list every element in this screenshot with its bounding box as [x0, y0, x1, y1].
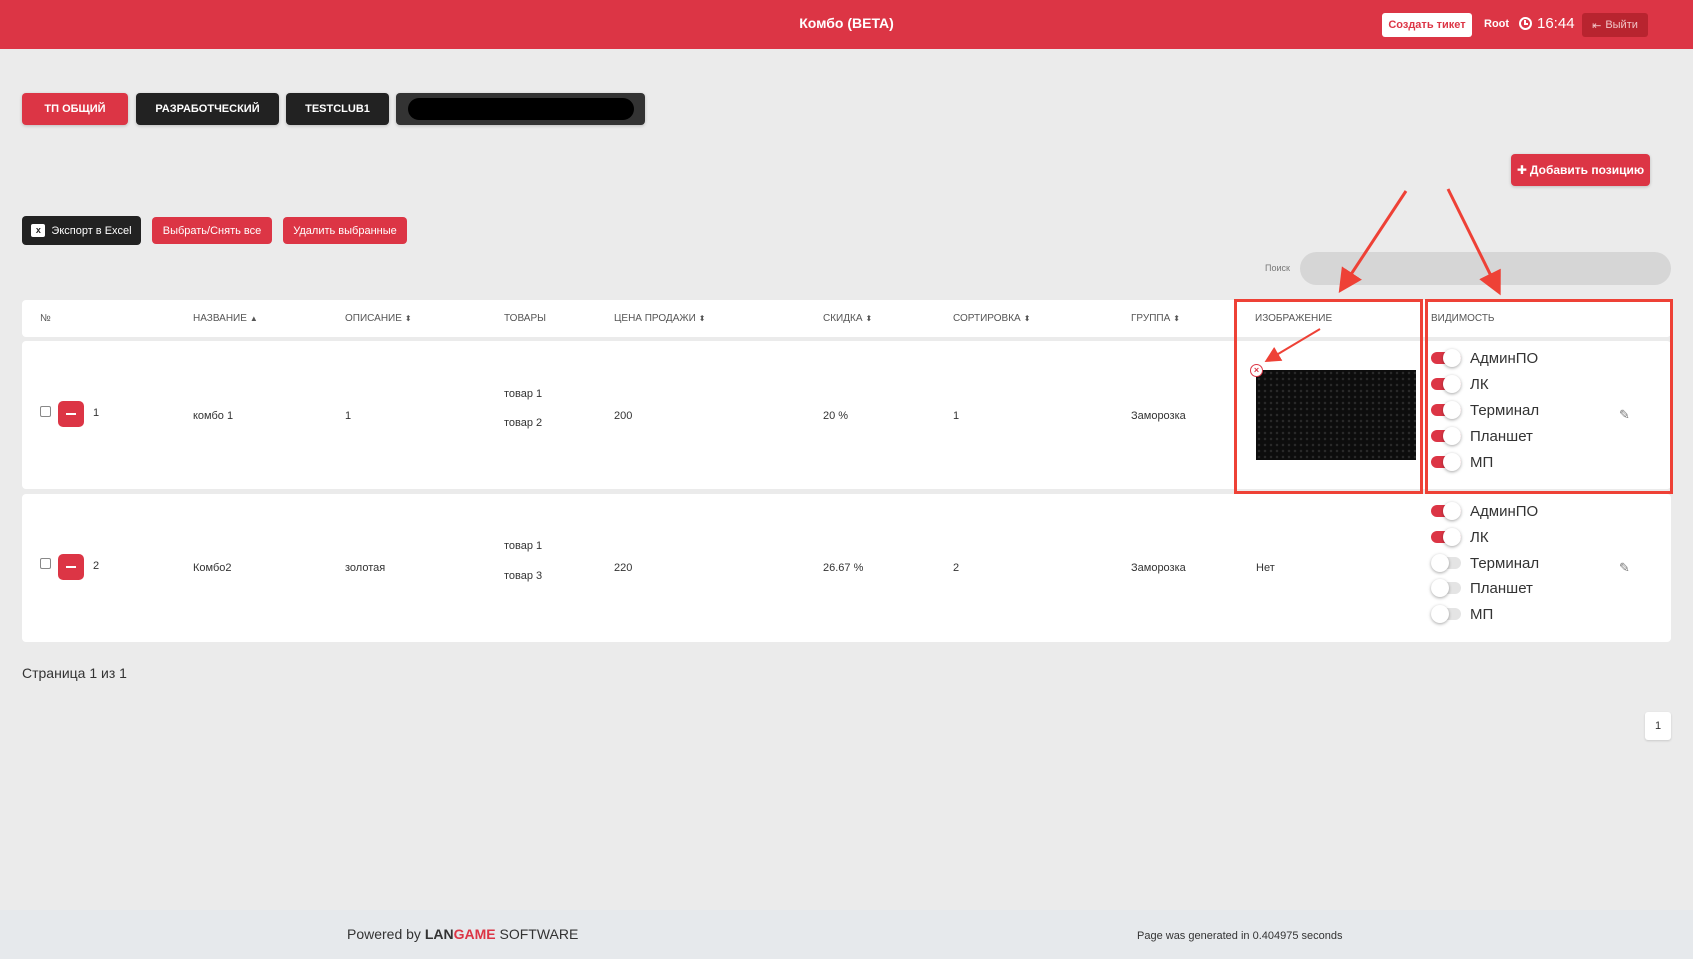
brand-lan: LAN: [424, 926, 454, 942]
row-price: 200: [614, 410, 633, 422]
toggle-knob: [1431, 605, 1449, 623]
toggle-knob: [1443, 502, 1461, 520]
clock-icon: [1519, 17, 1532, 30]
powered-by: Powered by LANGAME SOFTWARE: [347, 926, 578, 942]
col-header-name[interactable]: НАЗВАНИЕ ▲: [193, 313, 258, 324]
user-name: Root: [1484, 18, 1510, 30]
logout-button[interactable]: ⇤ Выйти: [1582, 13, 1648, 37]
brand-software: SOFTWARE: [495, 926, 579, 942]
col-header-description-label: ОПИСАНИЕ: [345, 313, 402, 324]
edit-pencil-icon[interactable]: ✎: [1619, 561, 1631, 574]
add-position-button[interactable]: ✚ Добавить позицию: [1511, 154, 1650, 186]
row-discount: 20 %: [823, 410, 849, 422]
tab-tp-general[interactable]: ТП ОБЩИЙ: [22, 93, 128, 125]
create-ticket-button[interactable]: Создать тикет: [1382, 13, 1472, 37]
col-header-discount-label: СКИДКА: [823, 313, 863, 324]
delete-selected-button[interactable]: Удалить выбранные: [283, 217, 407, 244]
toggle-knob: [1443, 528, 1461, 546]
row-image-none: Нет: [1256, 562, 1275, 574]
col-header-name-label: НАЗВАНИЕ: [193, 313, 247, 324]
sort-asc-icon: ▲: [249, 314, 258, 323]
search-label: Поиск: [1265, 263, 1290, 273]
sort-icon: ⬍: [404, 314, 412, 323]
row-group: Заморозка: [1131, 562, 1186, 574]
col-header-group-label: ГРУППА: [1131, 313, 1171, 324]
tab-developer[interactable]: РАЗРАБОТЧЕСКИЙ: [136, 93, 279, 125]
excel-icon: x: [31, 224, 46, 237]
toggle-switch[interactable]: [1431, 502, 1461, 520]
row-discount: 26.67 %: [823, 562, 864, 574]
row-good: товар 3: [504, 570, 543, 582]
col-header-description[interactable]: ОПИСАНИЕ ⬍: [345, 313, 412, 324]
select-all-button[interactable]: Выбрать/Снять все: [152, 217, 272, 244]
sort-icon: ⬍: [1173, 314, 1180, 323]
col-header-goods: ТОВАРЫ: [504, 313, 546, 324]
row-checkbox[interactable]: [40, 558, 51, 569]
row-sort: 1: [953, 410, 960, 422]
toggle-switch[interactable]: [1431, 528, 1461, 546]
search-input[interactable]: [1300, 252, 1671, 285]
brand-game: GAME: [453, 926, 496, 942]
powered-prefix: Powered by: [347, 926, 425, 942]
col-header-discount[interactable]: СКИДКА ⬍: [823, 313, 872, 324]
visibility-toggle-mp[interactable]: МП: [1431, 604, 1493, 624]
row-sort: 2: [953, 562, 960, 574]
row-description: 1: [345, 410, 352, 422]
row-name: комбо 1: [193, 410, 234, 422]
visibility-toggle-terminal[interactable]: Терминал: [1431, 553, 1539, 573]
annotation-box-visibility: [1425, 299, 1673, 494]
visibility-label: МП: [1470, 605, 1494, 623]
sort-icon: ⬍: [1023, 314, 1031, 323]
visibility-label: ЛК: [1470, 528, 1489, 546]
toggle-switch[interactable]: [1431, 554, 1461, 572]
row-number: 2: [93, 560, 100, 572]
toggle-knob: [1431, 554, 1449, 572]
toggle-knob: [1431, 579, 1449, 597]
col-header-sort-label: СОРТИРОВКА: [953, 313, 1021, 324]
row-name: Комбо2: [193, 562, 232, 574]
visibility-label: Планшет: [1470, 579, 1533, 597]
row-delete-button[interactable]: [58, 401, 84, 427]
tab-redacted[interactable]: [396, 93, 645, 125]
col-header-sort[interactable]: СОРТИРОВКА ⬍: [953, 313, 1030, 324]
visibility-toggle-tablet[interactable]: Планшет: [1431, 578, 1533, 598]
clock-time: 16:44: [1537, 15, 1575, 32]
row-delete-button[interactable]: [58, 554, 84, 580]
col-header-num: №: [40, 313, 51, 324]
col-header-price[interactable]: ЦЕНА ПРОДАЖИ ⬍: [614, 313, 706, 324]
logout-label: Выйти: [1605, 19, 1638, 31]
pagination-info: Страница 1 из 1: [22, 665, 127, 681]
visibility-toggle-adminpo[interactable]: АдминПО: [1431, 501, 1538, 521]
sort-icon: ⬍: [698, 314, 706, 323]
toggle-switch[interactable]: [1431, 605, 1461, 623]
sort-icon: ⬍: [865, 314, 873, 323]
tab-testclub1[interactable]: TESTCLUB1: [286, 93, 389, 125]
row-checkbox[interactable]: [40, 406, 51, 417]
visibility-toggle-lk[interactable]: ЛК: [1431, 527, 1489, 547]
generation-time: Page was generated in 0.404975 seconds: [1137, 930, 1343, 942]
visibility-label: АдминПО: [1470, 502, 1539, 520]
row-description: золотая: [345, 562, 386, 574]
row-good: товар 1: [504, 540, 543, 552]
top-bar: Комбо (BETA) Создать тикет Root 16:44 ⇤ …: [0, 0, 1693, 49]
row-group: Заморозка: [1131, 410, 1186, 422]
visibility-label: Терминал: [1470, 554, 1540, 572]
col-header-price-label: ЦЕНА ПРОДАЖИ: [614, 313, 696, 324]
plus-icon: ✚: [1516, 163, 1527, 177]
logout-icon: ⇤: [1592, 19, 1602, 32]
export-excel-button[interactable]: x Экспорт в Excel: [22, 216, 141, 245]
row-number: 1: [93, 407, 100, 419]
toggle-switch[interactable]: [1431, 579, 1461, 597]
row-price: 220: [614, 562, 633, 574]
export-excel-label: Экспорт в Excel: [51, 224, 132, 237]
col-header-group[interactable]: ГРУППА ⬍: [1131, 313, 1180, 324]
redaction-bar: [407, 98, 634, 120]
add-position-label: Добавить позицию: [1529, 163, 1645, 177]
footer: [0, 910, 1693, 959]
annotation-box-image: [1234, 299, 1423, 494]
row-good: товар 2: [504, 417, 543, 429]
page-button[interactable]: 1: [1645, 712, 1671, 740]
row-good: товар 1: [504, 388, 543, 400]
